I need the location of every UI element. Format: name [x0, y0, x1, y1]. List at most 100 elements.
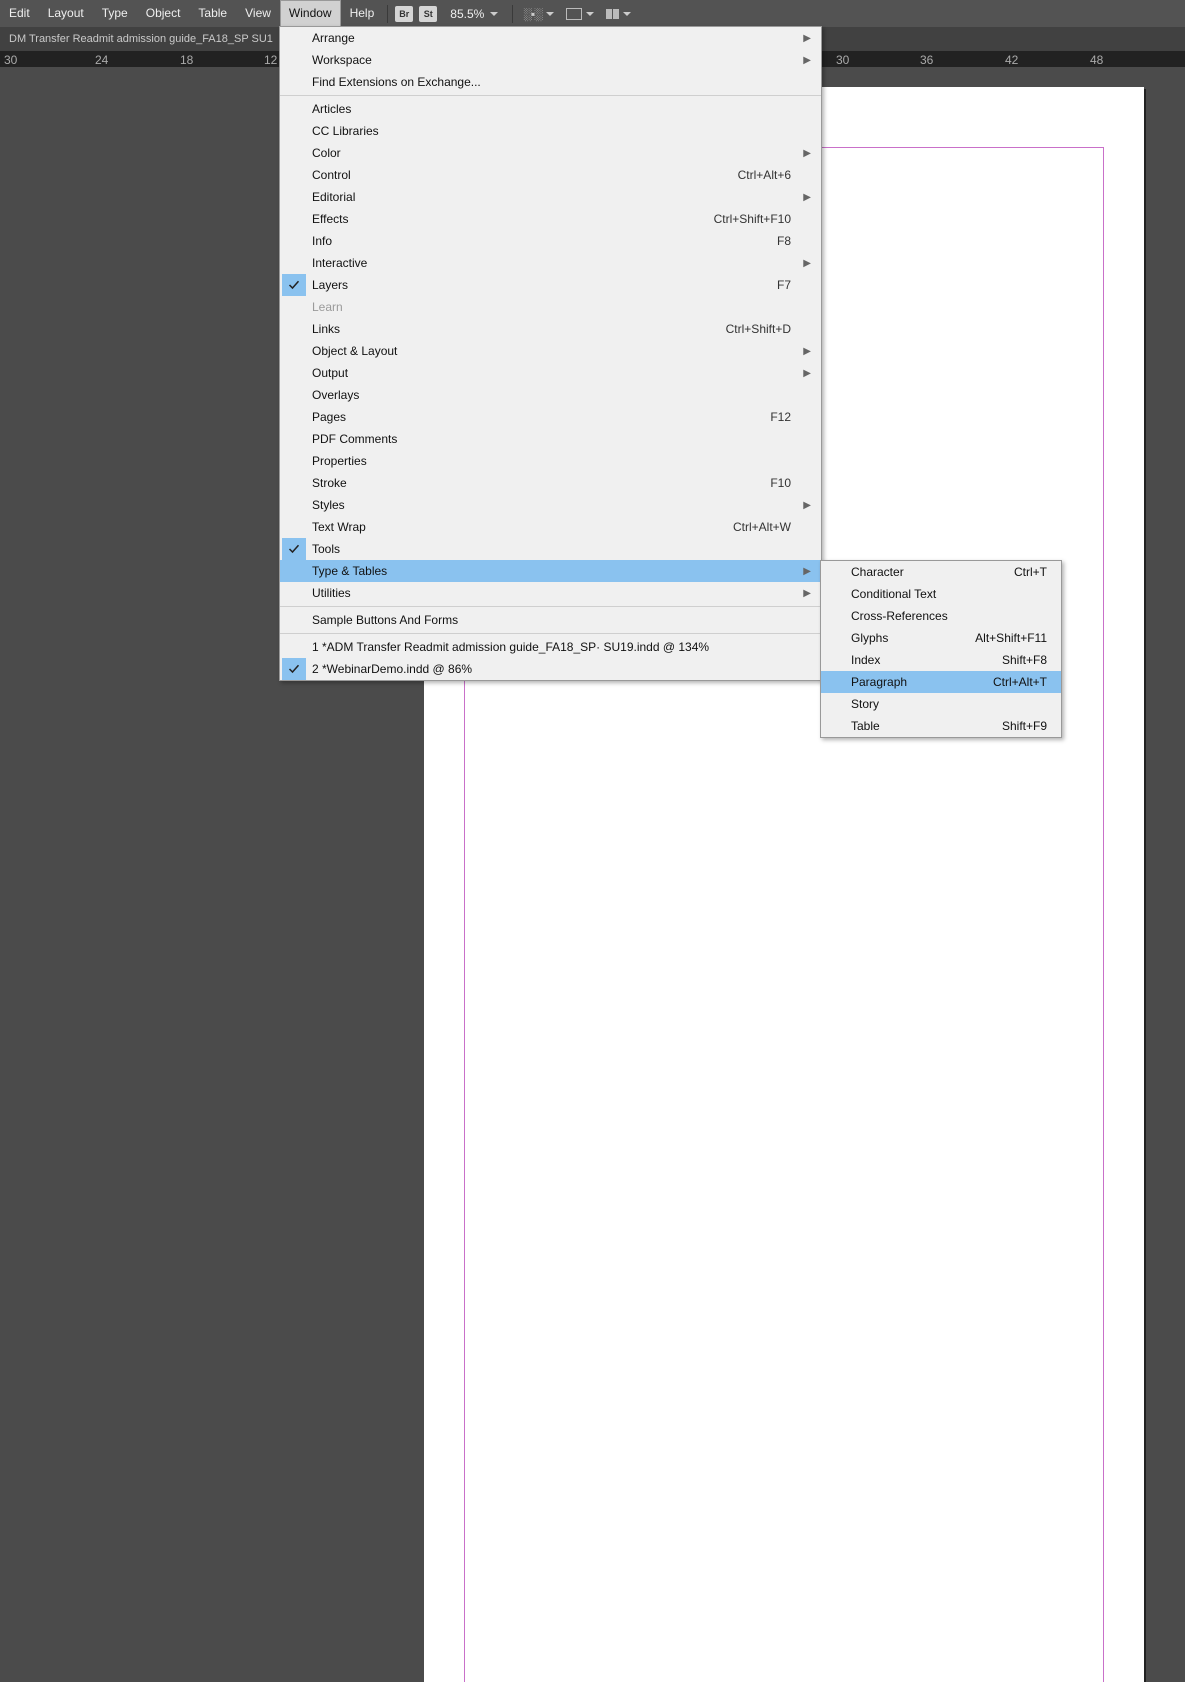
zoom-control[interactable]: 85.5% — [450, 7, 498, 21]
menu-help[interactable]: Help — [341, 0, 384, 27]
menu-item-label: Layers — [308, 278, 777, 292]
ruler-tick: 48 — [1090, 53, 1103, 67]
submenu-item-glyphs[interactable]: GlyphsAlt+Shift+F11 — [821, 627, 1061, 649]
menu-item-control[interactable]: ControlCtrl+Alt+6 — [280, 164, 821, 186]
ruler-tick: 30 — [836, 53, 849, 67]
submenu-label: Cross-References — [851, 609, 1061, 623]
submenu-shortcut: Shift+F9 — [1002, 719, 1061, 733]
submenu-item-cross-references[interactable]: Cross-References — [821, 605, 1061, 627]
menu-item-label: Color — [308, 146, 821, 160]
submenu-arrow-icon: ▶ — [803, 33, 811, 44]
submenu-item-story[interactable]: Story — [821, 693, 1061, 715]
menu-item-label: 1 *ADM Transfer Readmit admission guide_… — [308, 640, 821, 654]
menu-item-find-extensions-on-exchange[interactable]: Find Extensions on Exchange... — [280, 71, 821, 93]
ruler-tick: 42 — [1005, 53, 1018, 67]
chevron-down-icon — [586, 12, 594, 16]
menu-item-object-layout[interactable]: Object & Layout▶ — [280, 340, 821, 362]
submenu-arrow-icon: ▶ — [803, 55, 811, 66]
screen-mode-button[interactable] — [566, 8, 594, 20]
menu-item-interactive[interactable]: Interactive▶ — [280, 252, 821, 274]
menu-item-layers[interactable]: LayersF7 — [280, 274, 821, 296]
menu-item-overlays[interactable]: Overlays — [280, 384, 821, 406]
zoom-value: 85.5% — [450, 7, 484, 21]
menu-item-label: Workspace — [308, 53, 821, 67]
menu-shortcut: F10 — [770, 476, 821, 490]
submenu-arrow-icon: ▶ — [803, 346, 811, 357]
menu-item-label: Text Wrap — [308, 520, 733, 534]
menu-item-effects[interactable]: EffectsCtrl+Shift+F10 — [280, 208, 821, 230]
menu-item-tools[interactable]: Tools — [280, 538, 821, 560]
menu-item-label: Info — [308, 234, 777, 248]
menu-item-label: Find Extensions on Exchange... — [308, 75, 821, 89]
menu-item-stroke[interactable]: StrokeF10 — [280, 472, 821, 494]
bridge-icon[interactable]: Br — [395, 6, 413, 22]
submenu-label: Index — [851, 653, 1002, 667]
menu-item-arrange[interactable]: Arrange▶ — [280, 27, 821, 49]
submenu-item-index[interactable]: IndexShift+F8 — [821, 649, 1061, 671]
menu-item-cc-libraries[interactable]: CC Libraries — [280, 120, 821, 142]
menu-item-output[interactable]: Output▶ — [280, 362, 821, 384]
chevron-down-icon — [623, 12, 631, 16]
chevron-down-icon — [546, 12, 554, 16]
menu-item-label: Learn — [308, 300, 821, 314]
menu-item-pages[interactable]: PagesF12 — [280, 406, 821, 428]
submenu-item-paragraph[interactable]: ParagraphCtrl+Alt+T — [821, 671, 1061, 693]
ruler-tick: 18 — [180, 53, 193, 67]
submenu-arrow-icon: ▶ — [803, 566, 811, 577]
menu-window[interactable]: Window — [280, 0, 341, 27]
submenu-arrow-icon: ▶ — [803, 192, 811, 203]
chevron-down-icon — [490, 12, 498, 16]
submenu-arrow-icon: ▶ — [803, 588, 811, 599]
menu-shortcut: Ctrl+Shift+D — [726, 322, 821, 336]
menu-table[interactable]: Table — [189, 0, 236, 27]
window-menu-dropdown: Arrange▶Workspace▶Find Extensions on Exc… — [279, 26, 822, 681]
menu-item-info[interactable]: InfoF8 — [280, 230, 821, 252]
menu-item-properties[interactable]: Properties — [280, 450, 821, 472]
menu-item-articles[interactable]: Articles — [280, 98, 821, 120]
document-tab[interactable]: DM Transfer Readmit admission guide_FA18… — [0, 27, 282, 51]
submenu-item-table[interactable]: TableShift+F9 — [821, 715, 1061, 737]
ruler-tick: 12 — [264, 53, 277, 67]
menu-item-label: Utilities — [308, 586, 821, 600]
submenu-item-conditional-text[interactable]: Conditional Text — [821, 583, 1061, 605]
menu-object[interactable]: Object — [137, 0, 190, 27]
menu-shortcut: F7 — [777, 278, 821, 292]
submenu-label: Glyphs — [851, 631, 975, 645]
menu-item-sample-buttons-and-forms[interactable]: Sample Buttons And Forms — [280, 609, 821, 631]
menu-item-label: Styles — [308, 498, 821, 512]
submenu-arrow-icon: ▶ — [803, 148, 811, 159]
menu-layout[interactable]: Layout — [39, 0, 93, 27]
ruler-tick: 36 — [920, 53, 933, 67]
menu-item-styles[interactable]: Styles▶ — [280, 494, 821, 516]
menu-item-2-webinardemo-indd-86[interactable]: 2 *WebinarDemo.indd @ 86% — [280, 658, 821, 680]
menu-bar: EditLayoutTypeObjectTableViewWindowHelp … — [0, 0, 1185, 27]
stock-icon[interactable]: St — [419, 6, 437, 22]
arrange-documents-button[interactable] — [606, 9, 631, 19]
submenu-arrow-icon: ▶ — [803, 500, 811, 511]
menu-item-1-adm-transfer-readmit-admission-guide-fa18-sp-su19-indd-134[interactable]: 1 *ADM Transfer Readmit admission guide_… — [280, 636, 821, 658]
type-tables-submenu: CharacterCtrl+TConditional Text Cross-Ref… — [820, 560, 1062, 738]
menu-item-label: Control — [308, 168, 738, 182]
menu-item-text-wrap[interactable]: Text WrapCtrl+Alt+W — [280, 516, 821, 538]
check-icon — [282, 538, 306, 560]
menu-item-pdf-comments[interactable]: PDF Comments — [280, 428, 821, 450]
submenu-item-character[interactable]: CharacterCtrl+T — [821, 561, 1061, 583]
menu-edit[interactable]: Edit — [0, 0, 39, 27]
check-icon — [282, 658, 306, 680]
view-options-button[interactable]: ░▪░ — [523, 7, 553, 21]
submenu-shortcut: Ctrl+Alt+T — [993, 675, 1061, 689]
menu-item-label: Stroke — [308, 476, 770, 490]
menu-item-utilities[interactable]: Utilities▶ — [280, 582, 821, 604]
menu-item-label: 2 *WebinarDemo.indd @ 86% — [308, 662, 821, 676]
submenu-arrow-icon: ▶ — [803, 258, 811, 269]
menu-type[interactable]: Type — [93, 0, 137, 27]
menu-item-links[interactable]: LinksCtrl+Shift+D — [280, 318, 821, 340]
menu-item-type-tables[interactable]: Type & Tables▶ — [280, 560, 821, 582]
menu-item-color[interactable]: Color▶ — [280, 142, 821, 164]
menu-view[interactable]: View — [236, 0, 280, 27]
menu-item-editorial[interactable]: Editorial▶ — [280, 186, 821, 208]
menu-item-label: Editorial — [308, 190, 821, 204]
menu-item-learn: Learn — [280, 296, 821, 318]
separator — [387, 5, 388, 23]
menu-item-workspace[interactable]: Workspace▶ — [280, 49, 821, 71]
